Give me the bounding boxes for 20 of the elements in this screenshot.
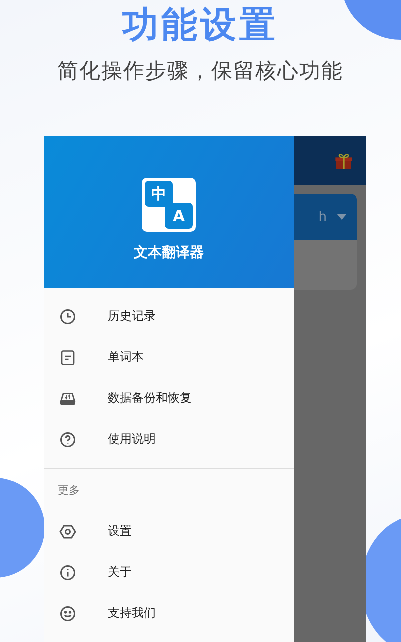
menu-item[interactable]: 使用说明 — [44, 419, 294, 460]
menu-item[interactable]: 关于 — [44, 552, 294, 593]
info-icon — [59, 564, 77, 582]
promo-title: 功能设置 — [122, 4, 278, 48]
section-title: 更多 — [58, 483, 81, 499]
caret-icon — [337, 214, 347, 220]
clock-icon — [59, 308, 77, 326]
logo-character: A — [165, 203, 193, 229]
app-name: 文本翻译器 — [134, 244, 204, 262]
help-icon — [59, 430, 77, 448]
smiley-icon — [59, 604, 77, 622]
menu-item[interactable]: 单词本 — [44, 337, 294, 378]
menu-item[interactable]: 数据备份和恢复 — [44, 378, 294, 419]
note-icon — [59, 348, 77, 366]
menu-item[interactable]: 支持我们 — [44, 593, 294, 634]
settings-icon — [59, 522, 77, 540]
menu-item[interactable]: 设置 — [44, 511, 294, 552]
logo-character: 中 — [145, 181, 173, 207]
menu-item[interactable]: 历史记录 — [44, 296, 294, 337]
promo-subtitle: 简化操作步骤，保留核心功能 — [58, 58, 344, 85]
